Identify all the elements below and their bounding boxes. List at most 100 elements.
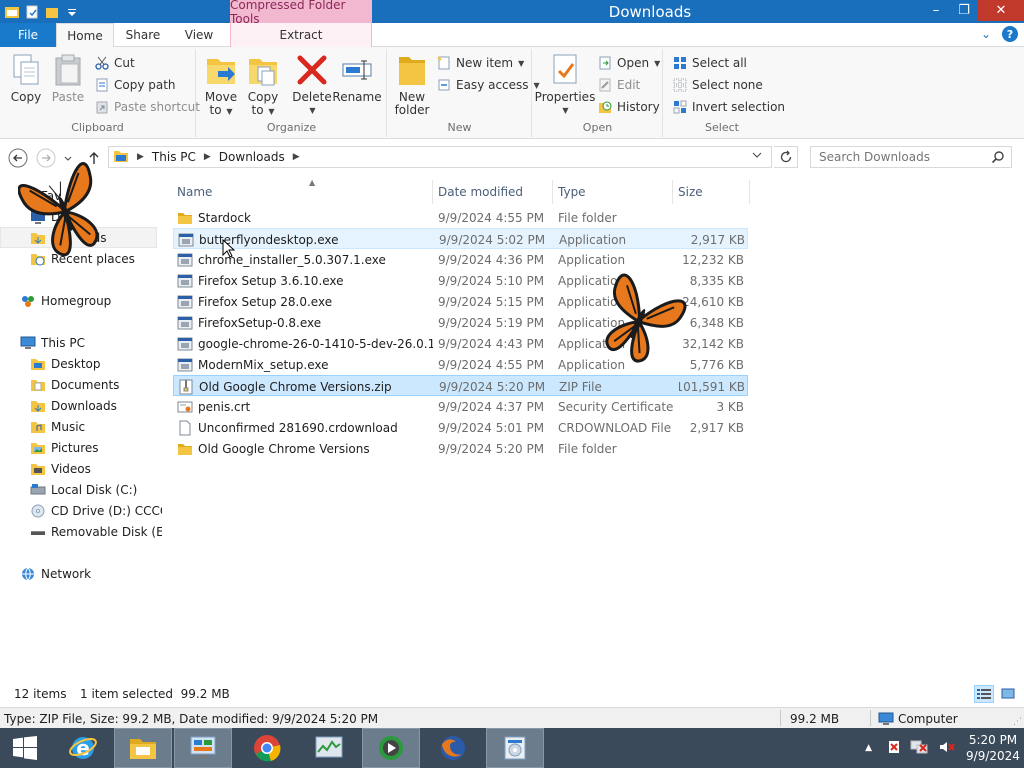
nav-cd-drive-d[interactable]: CD Drive (D:) CCCOI xyxy=(0,500,162,521)
paste-button[interactable]: Paste xyxy=(50,53,86,104)
details-view-button[interactable] xyxy=(974,685,994,703)
tab-file[interactable]: File xyxy=(0,23,56,47)
nav-network[interactable]: Network xyxy=(0,563,162,584)
search-input[interactable] xyxy=(819,150,989,164)
expand-ribbon-icon[interactable]: ⌄ xyxy=(978,26,994,42)
file-name: Firefox Setup 28.0.exe xyxy=(198,294,333,309)
select-all-button[interactable]: Select all xyxy=(672,54,747,72)
delete-button[interactable]: Delete ▼ xyxy=(292,53,332,117)
minimize-button[interactable]: – xyxy=(922,0,950,21)
new-folder-icon[interactable] xyxy=(44,4,60,20)
folder-file-icon xyxy=(177,210,193,226)
taskbar-internet-explorer[interactable]: e xyxy=(54,728,112,768)
select-none-button[interactable]: Select none xyxy=(672,76,763,94)
file-row[interactable]: chrome_installer_5.0.307.1.exe 9/9/2024 4… xyxy=(173,249,748,270)
nav-this-pc[interactable]: This PC xyxy=(0,332,162,353)
file-row[interactable]: penis.crt 9/9/2024 4:37 PM Security Certif… xyxy=(173,396,748,417)
nav-removable-disk-e[interactable]: Removable Disk (E:) xyxy=(0,521,162,542)
explorer-icon[interactable] xyxy=(4,4,20,20)
help-icon[interactable]: ? xyxy=(1002,26,1018,42)
butterfly-overlay xyxy=(605,273,687,363)
action-center-icon[interactable] xyxy=(882,739,906,758)
tab-share[interactable]: Share xyxy=(116,23,170,47)
breadcrumb-downloads[interactable]: Downloads xyxy=(219,150,285,164)
nav-downloads[interactable]: Downloads xyxy=(0,395,162,416)
large-icons-view-button[interactable] xyxy=(998,685,1018,703)
address-history-dropdown[interactable] xyxy=(752,150,762,163)
column-header-type[interactable]: Type xyxy=(554,180,673,204)
chevron-right-icon: ▶ xyxy=(203,152,211,162)
nav-videos[interactable]: Videos xyxy=(0,458,162,479)
column-header-name[interactable]: Name ▲ xyxy=(173,178,433,204)
start-button[interactable] xyxy=(0,728,50,768)
group-label-new: New xyxy=(447,121,472,134)
file-row[interactable]: butterflyondesktop.exe 9/9/2024 5:02 PM Ap… xyxy=(173,228,748,249)
file-name: Old Google Chrome Versions xyxy=(198,441,370,456)
new-folder-button[interactable]: New folder xyxy=(394,53,430,117)
edit-button[interactable]: Edit xyxy=(597,76,640,94)
taskbar-media-center[interactable] xyxy=(362,728,420,768)
move-to-button[interactable]: Move to ▼ xyxy=(203,53,239,118)
nav-homegroup[interactable]: Homegroup xyxy=(0,290,162,311)
tab-extract[interactable]: Extract xyxy=(230,23,372,47)
new-item-button[interactable]: New item ▼ xyxy=(436,54,524,72)
copy-to-button[interactable]: Copy to ▼ xyxy=(245,53,281,118)
column-header-date-modified[interactable]: Date modified xyxy=(434,180,553,204)
tab-view[interactable]: View xyxy=(172,23,226,47)
copy-button[interactable]: Copy xyxy=(8,53,44,104)
properties-icon[interactable] xyxy=(24,4,40,20)
paste-shortcut-button[interactable]: Paste shortcut xyxy=(94,98,200,116)
taskbar-control-panel[interactable] xyxy=(174,728,232,768)
blank-file-icon xyxy=(177,420,193,436)
show-hidden-icons-button[interactable]: ▲ xyxy=(855,743,882,753)
file-name-cell: ModernMix_setup.exe xyxy=(177,354,433,375)
clock[interactable]: 5:20 PM 9/9/2024 xyxy=(962,732,1024,764)
close-button[interactable]: ✕ xyxy=(978,0,1024,21)
control-panel-icon xyxy=(190,736,216,758)
nav-documents[interactable]: Documents xyxy=(0,374,162,395)
firefox-icon xyxy=(441,736,465,760)
rename-button[interactable]: Rename xyxy=(332,53,382,104)
taskbar-file-explorer[interactable] xyxy=(114,728,172,768)
taskbar-firefox[interactable] xyxy=(424,728,482,768)
taskbar-chrome[interactable] xyxy=(238,728,296,768)
taskbar-media-player[interactable] xyxy=(486,728,544,768)
invert-selection-button[interactable]: Invert selection xyxy=(672,98,785,116)
cut-button[interactable]: Cut xyxy=(94,54,135,72)
resize-grip-icon[interactable]: ⋰ xyxy=(1013,717,1022,727)
file-date: 9/9/2024 5:19 PM xyxy=(438,315,545,330)
nav-pictures[interactable]: Pictures xyxy=(0,437,162,458)
customize-qat-icon[interactable] xyxy=(64,4,80,20)
select-none-icon xyxy=(672,77,688,93)
computer-icon xyxy=(20,335,36,351)
open-button[interactable]: Open ▼ xyxy=(597,54,660,72)
volume-muted-icon[interactable] xyxy=(932,739,962,758)
copy-path-button[interactable]: Copy path xyxy=(94,76,176,94)
taskbar-task-manager[interactable] xyxy=(300,728,358,768)
nav-local-disk-c[interactable]: Local Disk (C:) xyxy=(0,479,162,500)
sort-ascending-icon: ▲ xyxy=(309,178,316,187)
file-name-cell: Firefox Setup 3.6.10.exe xyxy=(177,270,433,291)
large-icons-view-icon xyxy=(1001,688,1015,699)
address-bar[interactable]: ▶ This PC ▶ Downloads ▶ xyxy=(108,146,772,168)
nav-music[interactable]: Music xyxy=(0,416,162,437)
file-row[interactable]: Old Google Chrome Versions 9/9/2024 5:20 … xyxy=(173,438,748,459)
column-header-size[interactable]: Size xyxy=(674,180,750,204)
history-button[interactable]: History xyxy=(597,98,660,116)
search-box[interactable] xyxy=(810,146,1012,168)
file-row[interactable]: Old Google Chrome Versions.zip 9/9/2024 5… xyxy=(173,375,748,396)
breadcrumb-this-pc[interactable]: This PC xyxy=(152,150,196,164)
new-folder-icon xyxy=(395,53,429,87)
details-bar: Type: ZIP File, Size: 99.2 MB, Date modi… xyxy=(0,707,1024,728)
maximize-button[interactable]: ❐ xyxy=(950,0,978,21)
network-status-icon[interactable] xyxy=(906,739,932,758)
copy-icon xyxy=(9,53,43,87)
easy-access-button[interactable]: Easy access ▼ xyxy=(436,76,540,94)
chrome-icon xyxy=(254,735,281,762)
file-row[interactable]: Stardock 9/9/2024 4:55 PM File folder xyxy=(173,207,748,228)
refresh-button[interactable] xyxy=(774,146,798,168)
properties-button[interactable]: Properties ▼ xyxy=(535,53,595,117)
tab-home[interactable]: Home xyxy=(56,23,114,48)
nav-desktop[interactable]: Desktop xyxy=(0,353,162,374)
file-row[interactable]: Unconfirmed 281690.crdownload 9/9/2024 5:… xyxy=(173,417,748,438)
